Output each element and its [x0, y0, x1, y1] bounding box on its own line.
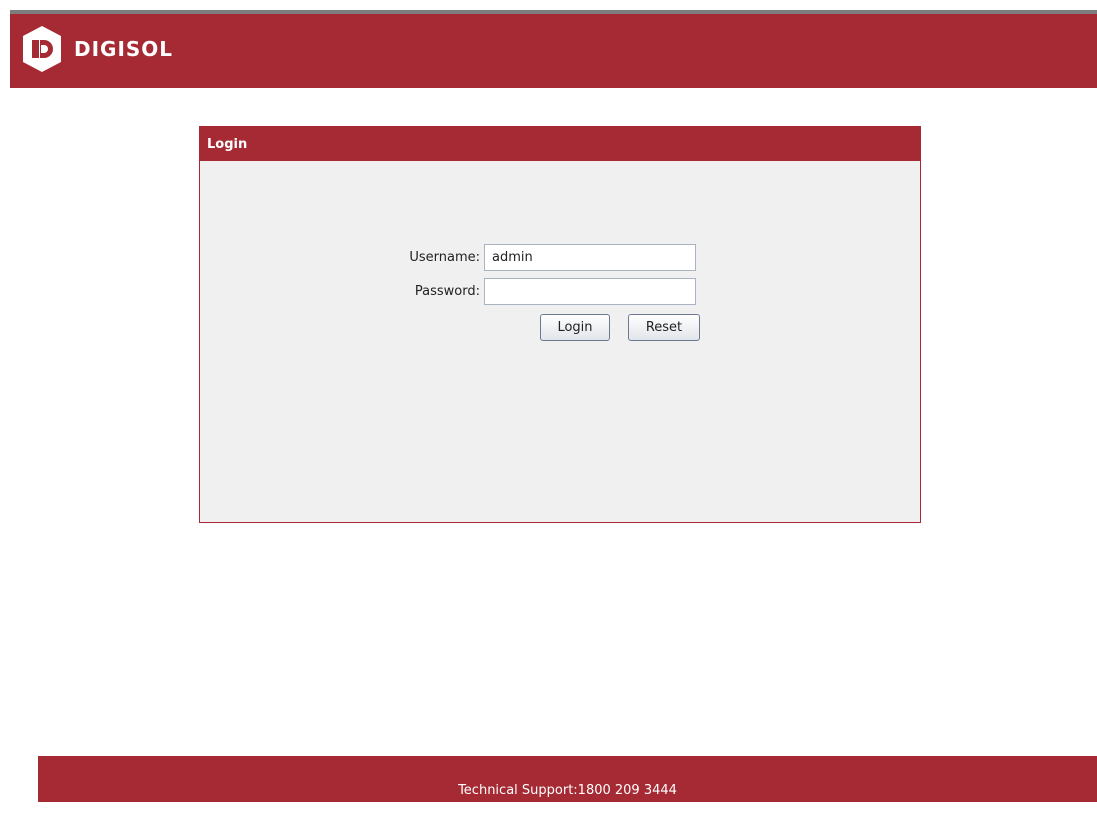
username-label: Username: — [409, 250, 480, 265]
username-input[interactable] — [484, 244, 696, 271]
digisol-logo-icon — [20, 24, 64, 74]
username-row: Username: — [400, 244, 696, 271]
technical-support-text: Technical Support:1800 209 3444 — [458, 783, 677, 798]
login-panel-title: Login — [200, 127, 920, 161]
brand-name: DIGISOL — [74, 37, 174, 61]
login-button[interactable]: Login — [540, 314, 610, 341]
top-header-bar: DIGISOL — [10, 10, 1097, 88]
password-label: Password: — [414, 284, 480, 299]
password-input[interactable] — [484, 278, 696, 305]
reset-button[interactable]: Reset — [628, 314, 700, 341]
brand-logo: DIGISOL — [20, 24, 173, 74]
footer-bar: Technical Support:1800 209 3444 — [38, 756, 1097, 802]
login-panel: Login Username: Password: Login Reset — [199, 126, 921, 523]
button-row: Login Reset — [540, 314, 700, 341]
password-row: Password: — [400, 278, 696, 305]
